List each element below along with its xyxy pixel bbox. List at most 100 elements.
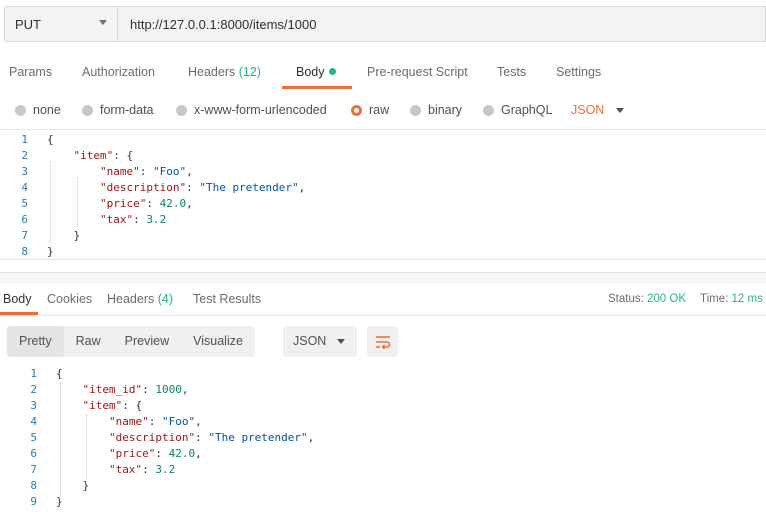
- response-status: Status: 200 OK: [608, 282, 686, 316]
- tab-body[interactable]: Body: [296, 55, 336, 89]
- response-code-line: {: [56, 367, 63, 380]
- divider: [0, 129, 766, 130]
- view-mode-raw[interactable]: Raw: [64, 326, 113, 357]
- wrap-lines-button[interactable]: [367, 326, 398, 357]
- radio-urlencoded-label: x-www-form-urlencoded: [194, 103, 327, 117]
- request-code-line: "description": "The pretender",: [99, 181, 306, 194]
- time-value: 12 ms: [731, 293, 763, 305]
- divider: [0, 259, 766, 260]
- radio-graphql-label: GraphQL: [501, 103, 553, 117]
- tab-headers-label: Headers: [188, 65, 236, 79]
- response-line-number: 7: [30, 463, 37, 476]
- request-line-number: 6: [21, 213, 28, 226]
- raw-format-label: JSON: [571, 103, 605, 117]
- response-line-number: 1: [30, 367, 37, 380]
- radio-selected-icon: [351, 104, 362, 116]
- active-tab-indicator: [282, 86, 352, 89]
- response-format-select[interactable]: JSON: [283, 326, 357, 357]
- radio-circle-icon: [483, 104, 494, 116]
- response-line-number: 8: [30, 479, 37, 492]
- tab-body-label: Body: [296, 65, 325, 79]
- radio-circle-icon: [82, 104, 93, 116]
- indent-guide: [60, 382, 61, 496]
- response-code-line: "price": 42.0,: [108, 447, 202, 460]
- radio-x-www-form-urlencoded[interactable]: x-www-form-urlencoded: [176, 103, 327, 117]
- radio-form-data-label: form-data: [100, 103, 154, 117]
- radio-none[interactable]: none: [15, 103, 61, 117]
- request-line-number: 4: [21, 181, 28, 194]
- time-label: Time:: [700, 293, 729, 305]
- modified-dot-icon: [328, 68, 336, 75]
- tab-settings[interactable]: Settings: [556, 55, 601, 89]
- tab-test-results[interactable]: Test Results: [193, 282, 261, 316]
- tab-response-headers-count: (4): [157, 292, 174, 306]
- status-value: 200 OK: [647, 293, 687, 305]
- response-code-line: "item": {: [82, 399, 143, 412]
- view-mode-preview[interactable]: Preview: [113, 326, 181, 357]
- view-mode-pretty[interactable]: Pretty: [7, 326, 64, 357]
- response-time: Time: 12 ms: [700, 282, 763, 316]
- tab-headers-count: (12): [238, 65, 261, 79]
- url-text: http://127.0.0.1:8000/items/1000: [130, 16, 317, 32]
- request-code-line: "tax": 3.2: [99, 213, 167, 226]
- method-select[interactable]: PUT: [4, 6, 118, 42]
- tab-response-body[interactable]: Body: [3, 282, 32, 316]
- radio-circle-icon: [176, 104, 187, 116]
- request-code-line: }: [47, 229, 81, 242]
- raw-format-select[interactable]: JSON: [571, 103, 625, 117]
- response-code-line: "description": "The pretender",: [108, 431, 315, 444]
- response-line-number: 2: [30, 383, 37, 396]
- request-line-number: 5: [21, 197, 28, 210]
- request-code-line: }: [47, 245, 54, 258]
- response-line-number: 6: [30, 447, 37, 460]
- radio-circle-icon: [15, 104, 26, 116]
- tab-tests[interactable]: Tests: [497, 55, 526, 89]
- tab-pre-request-script[interactable]: Pre-request Script: [367, 55, 468, 89]
- chevron-down-icon: [616, 107, 625, 113]
- response-line-number: 9: [30, 495, 37, 508]
- status-label: Status:: [608, 293, 644, 305]
- radio-graphql[interactable]: GraphQL: [483, 103, 552, 117]
- radio-binary[interactable]: binary: [410, 103, 462, 117]
- tab-params[interactable]: Params: [9, 55, 52, 89]
- request-code-line: "name": "Foo",: [99, 165, 193, 178]
- request-line-number: 7: [21, 229, 28, 242]
- chevron-down-icon: [99, 20, 107, 25]
- response-line-number: 3: [30, 399, 37, 412]
- radio-raw-label: raw: [369, 103, 390, 117]
- request-code-line: "price": 42.0,: [99, 197, 193, 210]
- tab-response-headers[interactable]: Headers (4): [107, 282, 173, 316]
- indent-guide: [86, 414, 87, 480]
- request-code-line: "item": {: [73, 149, 134, 162]
- response-format-label: JSON: [293, 334, 327, 348]
- tab-response-headers-label: Headers: [107, 292, 155, 306]
- response-line-number: 4: [30, 415, 37, 428]
- response-code-line: "name": "Foo",: [108, 415, 202, 428]
- indent-guide: [50, 161, 51, 243]
- request-code-line: {: [47, 133, 54, 146]
- view-mode-visualize[interactable]: Visualize: [181, 326, 255, 357]
- radio-binary-label: binary: [428, 103, 463, 117]
- radio-raw[interactable]: raw: [351, 103, 389, 117]
- tab-cookies[interactable]: Cookies: [47, 282, 92, 316]
- tab-authorization[interactable]: Authorization: [82, 55, 155, 89]
- request-line-number: 3: [21, 165, 28, 178]
- request-line-number: 2: [21, 149, 28, 162]
- indent-guide: [77, 177, 78, 227]
- response-code-line: }: [56, 495, 63, 508]
- radio-none-label: none: [33, 103, 61, 117]
- wrap-lines-icon: [375, 335, 390, 349]
- response-code-line: "tax": 3.2: [108, 463, 176, 476]
- url-input[interactable]: http://127.0.0.1:8000/items/1000: [118, 6, 766, 42]
- radio-form-data[interactable]: form-data: [82, 103, 154, 117]
- response-code-line: "item_id": 1000,: [82, 383, 189, 396]
- chevron-down-icon: [337, 339, 345, 344]
- request-line-number: 1: [21, 133, 28, 146]
- radio-circle-icon: [410, 104, 421, 116]
- response-line-number: 5: [30, 431, 37, 444]
- divider: [0, 315, 766, 316]
- request-line-number: 8: [21, 245, 28, 258]
- method-label: PUT: [15, 16, 41, 32]
- tab-headers[interactable]: Headers (12): [188, 55, 261, 89]
- view-mode-group: Pretty Raw Preview Visualize: [7, 326, 255, 357]
